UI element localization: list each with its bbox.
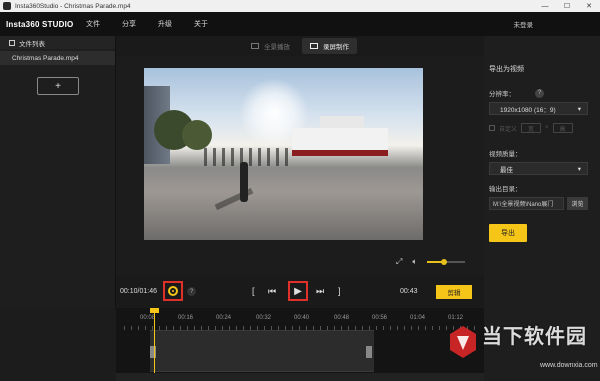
tick-label: 00:32 <box>256 315 272 321</box>
prev-frame-button[interactable]: ⏮ <box>268 286 276 297</box>
mode-tabs: 全景播放 录屏制作 <box>116 36 484 56</box>
tab-panorama-play[interactable]: 全景播放 <box>243 38 298 54</box>
custom-width-input[interactable]: 宽 <box>521 123 542 133</box>
transport-bar: 00:10/01:46 ? [ ⏮ ▶ ⏭ ] 00:43 剪辑 <box>116 276 484 308</box>
tab-screen-record[interactable]: 录屏制作 <box>302 38 357 54</box>
trim-handle-right[interactable] <box>366 346 372 358</box>
scene-ship <box>292 128 388 156</box>
menu-upgrade[interactable]: 升级 <box>158 19 172 29</box>
window-title: Insta360Studio - Christmas Parade.mp4 <box>15 2 131 10</box>
file-list-header: 文件列表 <box>0 36 115 49</box>
preview-controls: ⤢ 🔈︎ <box>396 257 466 267</box>
tick-label: 01:04 <box>410 315 426 321</box>
maximize-button[interactable]: ☐ <box>556 2 578 10</box>
login-status[interactable]: 未登录 <box>514 19 534 29</box>
output-dir-field[interactable]: M:\全景视频\Nano展门 <box>489 197 564 210</box>
custom-size-row: 自定义 宽 × 高 <box>489 123 600 133</box>
trim-handle-left[interactable] <box>150 346 156 358</box>
time-right: 00:43 <box>400 288 418 295</box>
file-list-title: 文件列表 <box>19 40 45 48</box>
file-list-icon <box>9 39 15 46</box>
resolution-help-icon[interactable]: ? <box>535 88 544 98</box>
minimize-button[interactable]: — <box>534 3 556 10</box>
volume-slider[interactable] <box>427 259 466 265</box>
resolution-select[interactable]: 1920x1080 (16：9) ▾ <box>489 102 588 115</box>
play-button[interactable]: ▶ <box>288 281 308 301</box>
times-sign: × <box>545 125 549 131</box>
volume-icon[interactable]: 🔈︎ <box>412 257 417 267</box>
video-frame[interactable] <box>144 68 423 240</box>
tick-label: 00:16 <box>178 315 194 321</box>
resolution-value: 1920x1080 (16：9) <box>500 106 556 114</box>
clip-track[interactable] <box>150 330 374 372</box>
play-icon: ▶ <box>294 285 302 297</box>
app-brand: Insta360 STUDIO <box>6 19 74 29</box>
custom-size-label: 自定义 <box>499 126 518 133</box>
tick-label: 00:24 <box>216 315 232 321</box>
menubar: Insta360 STUDIO 文件 分享 升级 关于 未登录 <box>0 12 600 36</box>
tab-label: 录屏制作 <box>323 44 349 51</box>
tab-label: 全景播放 <box>264 44 290 51</box>
next-frame-button[interactable]: ⏭ <box>316 286 324 297</box>
add-file-button[interactable]: + <box>37 77 79 95</box>
watermark-url: www.downxia.com <box>540 362 598 369</box>
menu-file[interactable]: 文件 <box>86 19 100 29</box>
quality-value: 最佳 <box>500 166 513 174</box>
mark-in-button[interactable]: [ <box>252 286 255 296</box>
export-button[interactable]: 导出 <box>489 224 527 242</box>
scene-person <box>240 162 248 202</box>
help-icon[interactable]: ? <box>187 287 196 296</box>
tick-label: 00:48 <box>334 315 350 321</box>
custom-size-checkbox[interactable] <box>489 125 495 131</box>
timeline[interactable]: 00:08 00:16 00:24 00:32 00:40 00:48 00:5… <box>116 308 484 381</box>
target-icon <box>168 286 178 296</box>
app-icon <box>3 2 11 10</box>
resolution-label-row: 分辨率： ? <box>489 88 600 98</box>
mark-out-button[interactable]: ] <box>338 286 341 296</box>
fullscreen-icon[interactable]: ⤢ <box>396 257 402 267</box>
watermark: 当下软件园 www.downxia.com <box>448 318 598 378</box>
export-title: 导出为视频 <box>489 66 524 73</box>
custom-height-input[interactable]: 高 <box>552 123 573 133</box>
record-icon <box>310 43 318 49</box>
menu-about[interactable]: 关于 <box>194 19 208 29</box>
watermark-logo-icon <box>450 326 476 358</box>
volume-knob[interactable] <box>441 259 448 265</box>
scene-tree <box>182 120 212 150</box>
browse-button[interactable]: 浏览 <box>567 197 588 210</box>
output-dir-label: 输出目录： <box>489 186 522 193</box>
chevron-down-icon: ▾ <box>577 165 581 173</box>
file-list-panel: 文件列表 Christmas Parade.mp4 + <box>0 36 116 308</box>
playhead[interactable] <box>154 310 155 380</box>
watermark-text: 当下软件园 <box>482 326 587 348</box>
close-button[interactable]: ✕ <box>578 2 600 10</box>
window-titlebar: Insta360Studio - Christmas Parade.mp4 — … <box>0 0 600 12</box>
preview-area: ⤢ 🔈︎ <box>116 56 484 276</box>
tick-label: 00:56 <box>372 315 388 321</box>
resolution-label: 分辨率： <box>489 91 515 98</box>
tick-label: 00:08 <box>140 315 156 321</box>
timeline-scrollbar[interactable] <box>116 373 484 381</box>
keyframe-target-button[interactable] <box>163 281 183 301</box>
tick-label: 00:40 <box>294 315 310 321</box>
panorama-icon <box>251 43 259 49</box>
time-current: 00:10/01:46 <box>120 288 157 295</box>
chevron-down-icon: ▾ <box>577 105 581 113</box>
file-list-item[interactable]: Christmas Parade.mp4 <box>0 51 115 65</box>
menu-share[interactable]: 分享 <box>122 19 136 29</box>
output-dir-row: M:\全景视频\Nano展门 浏览 <box>489 197 600 210</box>
clip-button[interactable]: 剪辑 <box>436 285 472 299</box>
scene-crowd <box>204 148 294 166</box>
quality-select[interactable]: 最佳 ▾ <box>489 162 588 175</box>
quality-label: 视频质量： <box>489 151 522 158</box>
